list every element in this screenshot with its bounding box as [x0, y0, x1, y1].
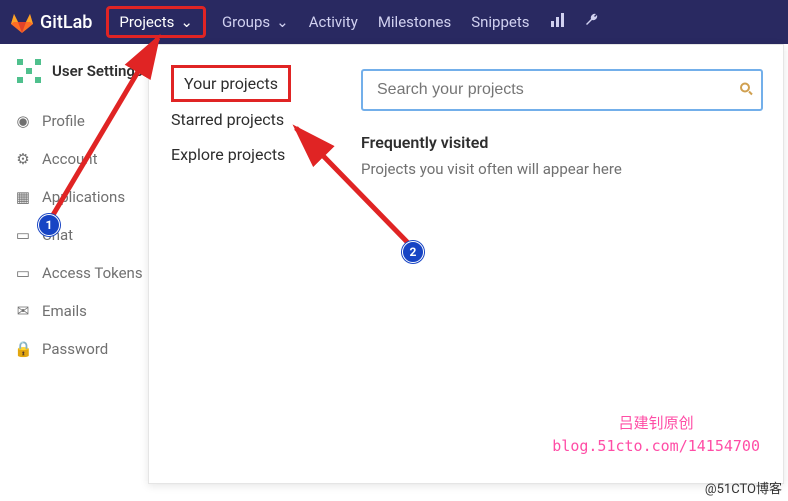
annotation-badge-1: 1	[38, 214, 60, 236]
dropdown-explore-projects[interactable]: Explore projects	[171, 137, 349, 172]
sidebar-item-applications[interactable]: ▦Applications	[14, 178, 155, 216]
nav-projects[interactable]: Projects ⌄	[106, 6, 206, 38]
dropdown-starred-projects[interactable]: Starred projects	[171, 102, 349, 137]
watermark: 吕建钊原创 blog.51cto.com/14154700	[552, 412, 760, 457]
token-icon: ▭	[14, 264, 32, 282]
chart-icon[interactable]	[550, 12, 566, 32]
sidebar-item-emails[interactable]: ✉Emails	[14, 292, 155, 330]
top-nav: GitLab Projects ⌄ Groups ⌄ Activity Mile…	[0, 0, 788, 44]
sidebar-item-password[interactable]: 🔒Password	[14, 330, 155, 368]
frequently-visited-title: Frequently visited	[361, 133, 763, 152]
sidebar-title: User Settings	[52, 62, 143, 80]
chevron-down-icon: ⌄	[276, 13, 289, 31]
sidebar-item-profile[interactable]: ◉Profile	[14, 102, 155, 140]
nav-milestones[interactable]: Milestones	[368, 7, 461, 37]
footer-credit: @51CTO博客	[705, 478, 782, 497]
gitlab-icon	[10, 10, 34, 34]
account-icon: ⚙	[14, 150, 32, 168]
mail-icon: ✉	[14, 302, 32, 320]
dropdown-your-projects[interactable]: Your projects	[171, 65, 291, 102]
gitlab-logo[interactable]: GitLab	[10, 10, 92, 34]
search-icon	[739, 81, 753, 100]
nav-snippets[interactable]: Snippets	[461, 7, 539, 37]
sidebar-item-access-tokens[interactable]: ▭Access Tokens	[14, 254, 155, 292]
wrench-icon[interactable]	[584, 12, 600, 32]
search-input[interactable]	[361, 69, 763, 111]
avatar	[14, 56, 44, 86]
chevron-down-icon: ⌄	[180, 13, 193, 31]
sidebar-item-account[interactable]: ⚙Account	[14, 140, 155, 178]
nav-groups[interactable]: Groups ⌄	[212, 7, 299, 37]
user-icon: ◉	[14, 112, 32, 130]
frequently-visited-text: Projects you visit often will appear her…	[361, 160, 763, 178]
lock-icon: 🔒	[14, 340, 32, 358]
sidebar: User Settings ◉Profile ⚙Account ▦Applica…	[0, 44, 155, 501]
chat-icon: ▭	[14, 226, 32, 244]
brand-text: GitLab	[40, 12, 92, 33]
annotation-badge-2: 2	[402, 241, 424, 263]
sidebar-item-chat[interactable]: ▭Chat	[14, 216, 155, 254]
nav-activity[interactable]: Activity	[299, 7, 368, 37]
grid-icon: ▦	[14, 188, 32, 206]
